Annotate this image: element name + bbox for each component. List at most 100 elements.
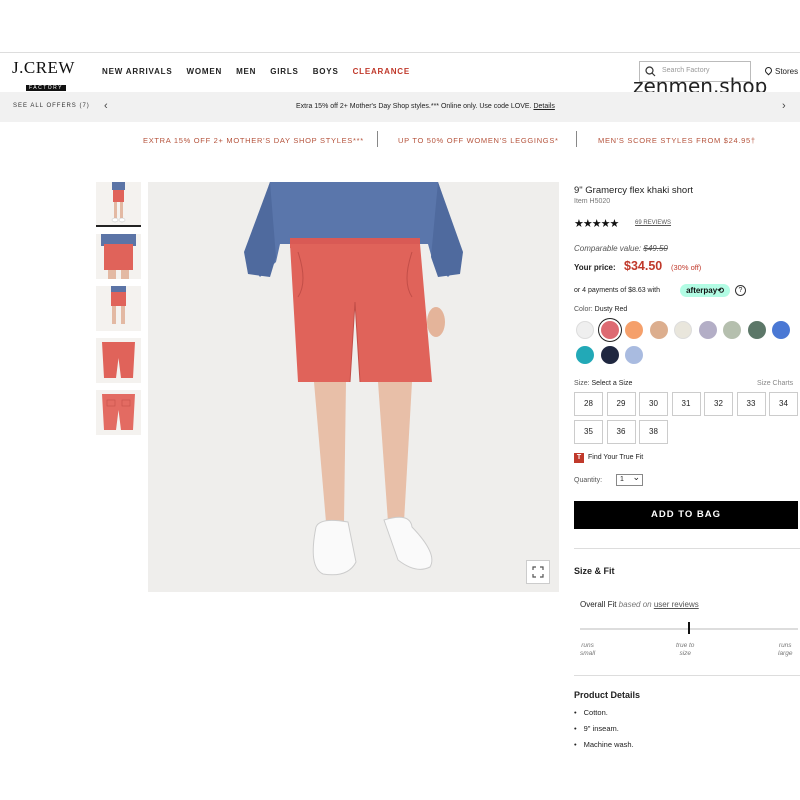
nav-clearance[interactable]: CLEARANCE: [353, 67, 410, 76]
logo-wordmark: J.CREW: [12, 58, 75, 77]
promo-divider: [576, 131, 577, 147]
add-to-bag-button[interactable]: ADD TO BAG: [574, 501, 798, 529]
user-reviews-link[interactable]: user reviews: [654, 600, 699, 609]
runs-small-line1: runs: [581, 642, 594, 649]
size-option-38[interactable]: 38: [639, 420, 668, 444]
color-swatch[interactable]: [600, 321, 619, 339]
logo-subtitle: FACTORY: [26, 85, 66, 91]
size-option-31[interactable]: 31: [671, 392, 701, 416]
expand-image-icon[interactable]: [526, 560, 550, 584]
true-to-size-line2: size: [679, 650, 691, 657]
list-item: Cotton.: [574, 708, 634, 717]
color-swatch[interactable]: [576, 346, 594, 364]
search-placeholder: Search Factory: [662, 67, 710, 74]
color-label-text: Color:: [574, 306, 593, 313]
size-label: Size: Select a Size: [574, 380, 632, 387]
see-all-offers-link[interactable]: SEE ALL OFFERS (7): [13, 103, 90, 109]
runs-small-label: runs small: [580, 642, 595, 658]
section-divider: [574, 548, 800, 549]
chevron-left-icon[interactable]: ‹: [104, 100, 108, 112]
thumbnail-flat-front[interactable]: [96, 338, 141, 383]
your-price-label: Your price:: [574, 263, 616, 272]
header-divider: [0, 52, 800, 53]
offer-details-link[interactable]: Details: [533, 103, 554, 110]
size-option-35[interactable]: 35: [574, 420, 603, 444]
nav-girls[interactable]: GIRLS: [270, 67, 298, 76]
true-to-size-line1: true to: [676, 642, 695, 649]
rating-stars-icon[interactable]: ★★★★★: [574, 217, 619, 230]
color-swatch[interactable]: [600, 346, 619, 364]
comparable-label: Comparable value:: [574, 244, 644, 253]
installments-text: or 4 payments of $8.63 with: [574, 287, 660, 294]
color-swatch[interactable]: [747, 321, 766, 339]
true-fit-icon[interactable]: T: [574, 453, 584, 463]
size-fit-heading[interactable]: Size & Fit: [574, 566, 615, 576]
info-icon[interactable]: ?: [735, 285, 746, 296]
afterpay-badge[interactable]: afterpay⟲: [680, 284, 730, 297]
promo-divider: [377, 131, 378, 147]
overall-fit-text: Overall Fit: [580, 600, 619, 609]
color-label: Color: Dusty Red: [574, 306, 627, 313]
runs-large-line2: large: [778, 650, 793, 657]
color-swatch[interactable]: [674, 321, 692, 339]
size-label-text: Size:: [574, 380, 590, 387]
offer-message: Extra 15% off 2+ Mother's Day Shop style…: [296, 103, 555, 110]
discount-percent: (30% off): [671, 263, 702, 272]
based-on-text: based on: [618, 600, 654, 609]
product-title: 9" Gramercy flex khaki short: [574, 185, 693, 196]
product-details-list: Cotton. 9" inseam. Machine wash.: [574, 708, 634, 756]
stores-link[interactable]: Stores: [763, 65, 799, 76]
product-details-heading[interactable]: Product Details: [574, 690, 640, 700]
offer-text: Extra 15% off 2+ Mother's Day Shop style…: [296, 103, 534, 110]
thumbnail-front-full[interactable]: [96, 182, 141, 227]
promo-mothers-day[interactable]: EXTRA 15% OFF 2+ MOTHER'S DAY SHOP STYLE…: [143, 136, 364, 145]
promo-mens-score[interactable]: MEN'S SCORE STYLES FROM $24.95†: [598, 136, 756, 145]
sale-price: $34.50: [624, 259, 663, 273]
runs-large-line1: runs: [778, 642, 792, 649]
size-option-28[interactable]: 28: [574, 392, 603, 416]
size-value: Select a Size: [591, 380, 633, 387]
product-main-image[interactable]: [148, 182, 559, 592]
runs-large-label: runs large: [778, 642, 792, 658]
size-option-33[interactable]: 33: [736, 392, 766, 416]
product-item-number: Item H5020: [574, 198, 611, 205]
quantity-label: Quantity:: [574, 477, 603, 484]
color-value: Dusty Red: [594, 306, 628, 313]
stores-label: Stores: [775, 67, 799, 76]
size-option-36[interactable]: 36: [606, 420, 636, 444]
list-item: 9" inseam.: [574, 724, 634, 733]
thumbnail-flat-back[interactable]: [96, 390, 141, 435]
size-option-29[interactable]: 29: [606, 392, 636, 416]
promo-leggings[interactable]: UP TO 50% OFF WOMEN'S LEGGINGS*: [398, 136, 559, 145]
color-swatch[interactable]: [625, 321, 643, 339]
comparable-value: Comparable value: $49.50: [574, 244, 668, 253]
size-option-34[interactable]: 34: [769, 392, 798, 416]
size-charts-link[interactable]: Size Charts: [757, 380, 793, 387]
quantity-select[interactable]: 1: [616, 472, 643, 486]
color-swatch[interactable]: [698, 321, 717, 339]
jcrew-factory-logo[interactable]: J.CREW FACTORY: [12, 58, 82, 91]
color-swatch[interactable]: [772, 321, 790, 339]
nav-men[interactable]: MEN: [236, 67, 256, 76]
size-option-32[interactable]: 32: [704, 392, 733, 416]
chevron-right-icon[interactable]: ›: [782, 100, 786, 112]
color-swatch[interactable]: [649, 321, 668, 339]
nav-boys[interactable]: BOYS: [313, 67, 339, 76]
nav-women[interactable]: WOMEN: [187, 67, 223, 76]
true-fit-link[interactable]: Find Your True Fit: [588, 454, 643, 461]
list-item: Machine wash.: [574, 740, 634, 749]
color-swatch[interactable]: [576, 321, 594, 339]
color-swatch[interactable]: [723, 321, 741, 339]
true-to-size-label: true to size: [676, 642, 694, 658]
reviews-link[interactable]: 69 REVIEWS: [635, 220, 671, 226]
nav-new-arrivals[interactable]: NEW ARRIVALS: [102, 67, 173, 76]
size-option-30[interactable]: 30: [639, 392, 668, 416]
offers-bar: SEE ALL OFFERS (7) ‹ Extra 15% off 2+ Mo…: [0, 92, 800, 122]
main-nav: NEW ARRIVALS WOMEN MEN GIRLS BOYS CLEARA…: [102, 67, 424, 76]
thumbnail-front-detail[interactable]: [96, 234, 141, 279]
runs-small-line2: small: [580, 650, 596, 657]
fit-scale-marker: [688, 622, 690, 634]
thumbnail-back[interactable]: [96, 286, 141, 331]
section-divider: [574, 675, 800, 676]
color-swatch[interactable]: [625, 346, 643, 364]
